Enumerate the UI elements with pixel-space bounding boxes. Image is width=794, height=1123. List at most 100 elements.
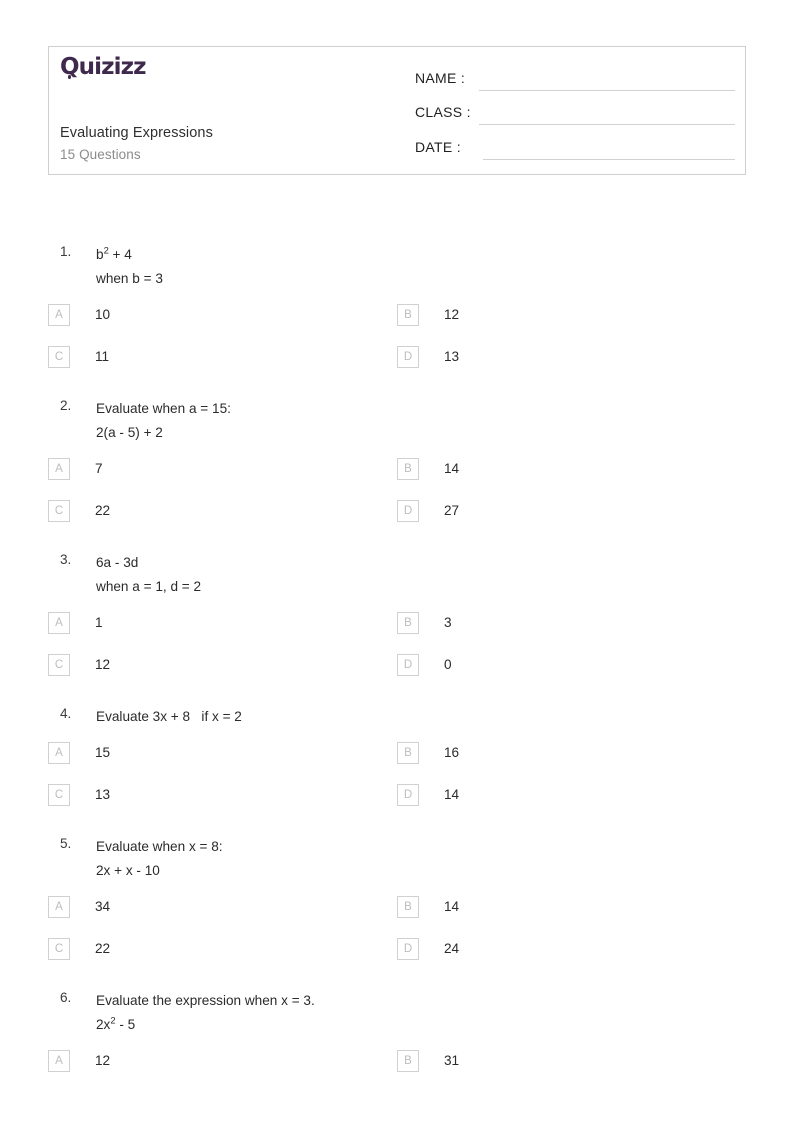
answer-option-text: 16 <box>444 745 460 760</box>
page-title: Evaluating Expressions <box>60 125 213 141</box>
answer-option-letter-box[interactable]: B <box>397 742 419 764</box>
answer-option-row: A 34 B 14 <box>0 896 794 938</box>
answer-option-letter-box[interactable]: C <box>48 938 70 960</box>
answer-option-text: 1 <box>95 615 103 630</box>
question-number: 5. <box>60 836 72 851</box>
answer-option-letter-box[interactable]: A <box>48 458 70 480</box>
question-number: 6. <box>60 990 72 1005</box>
answer-option-row: C 12 D 0 <box>0 654 794 696</box>
answer-option-letter-box[interactable]: D <box>397 938 419 960</box>
answer-option-row: A 1 B 3 <box>0 612 794 654</box>
answer-option-letter-box[interactable]: A <box>48 896 70 918</box>
quizizz-logo: Quizizz <box>60 56 146 79</box>
header-brand-block: Quizizz <box>60 56 400 79</box>
question-number: 2. <box>60 398 72 413</box>
question-block: 1. b2 + 4 when b = 3 A 10 B 12 C 11 D 13 <box>0 234 794 388</box>
answer-option-letter-box[interactable]: D <box>397 346 419 368</box>
answer-option-letter-box[interactable]: B <box>397 1050 419 1072</box>
question-block: 3. 6a - 3d when a = 1, d = 2 A 1 B 3 C 12 D 0 <box>0 542 794 696</box>
question-number: 1. <box>60 244 72 259</box>
answer-option-text: 14 <box>444 461 460 476</box>
logo-q-letter: Q <box>60 56 80 79</box>
answer-option-text: 15 <box>95 745 111 760</box>
question-stem: 1. b2 + 4 when b = 3 <box>0 234 794 291</box>
question-list: 1. b2 + 4 when b = 3 A 1 0 B 12 C 11 D 13 2. Evaluate… <box>0 234 794 1092</box>
logo-dot-icon <box>67 75 71 79</box>
answer-option-text: 31 <box>444 1053 460 1068</box>
expression-tail: - 5 <box>115 1017 136 1032</box>
question-text-line-1: Evaluate when x = 8: <box>96 839 223 854</box>
answer-option-letter-box[interactable]: A <box>48 742 70 764</box>
date-field-label: DATE : <box>415 139 461 155</box>
answer-option-letter-box[interactable]: B <box>397 896 419 918</box>
answer-option-text: 12 <box>444 307 460 322</box>
question-text-line-1: b2 + 4 <box>96 243 794 267</box>
answer-option-text: 3 <box>444 615 452 630</box>
question-text-line-2: 2(a - 5) + 2 <box>96 425 163 440</box>
answer-option-letter-box[interactable]: D <box>397 784 419 806</box>
question-block: 2. Evaluate when a = 15: 2(a - 5) + 2 A 7 B 14… <box>0 388 794 542</box>
question-stem: 4. Evaluate 3x + 8 if x = 2 <box>0 696 794 729</box>
name-field-writeline[interactable] <box>479 90 735 91</box>
answer-options: A 7 B 14 C 22 D 27 <box>0 458 794 542</box>
answer-option-letter-box[interactable]: C <box>48 654 70 676</box>
answer-option-text: 7 <box>95 461 103 476</box>
question-text-line-2: 2x2 - 5 <box>96 1013 794 1037</box>
answer-option-letter-box[interactable]: C <box>48 346 70 368</box>
answer-options: A 34 B 14 C 22 D 24 <box>0 896 794 980</box>
answer-option-row: A 15 B 16 <box>0 742 794 784</box>
question-block: 5. Evaluate when x = 8: 2x + x - 10 A 34 B 14 C… <box>0 826 794 980</box>
worksheet-header-card: Quizizz Evaluating Expressions 15 Questi… <box>48 46 746 175</box>
answer-option-letter-box[interactable]: D <box>397 654 419 676</box>
question-stem: 5. Evaluate when x = 8: 2x + x - 10 <box>0 826 794 883</box>
answer-option-text: 22 <box>95 941 111 956</box>
answer-option-text: 14 <box>444 787 460 802</box>
answer-option-letter-box[interactable]: B <box>397 458 419 480</box>
answer-option-text: 27 <box>444 503 460 518</box>
date-field-writeline[interactable] <box>483 159 735 160</box>
answer-option-text: 24 <box>444 941 460 956</box>
question-number: 4. <box>60 706 72 721</box>
answer-option-text: 12 <box>95 1053 111 1068</box>
answer-option-letter-box[interactable]: B <box>397 304 419 326</box>
class-field-label: CLASS : <box>415 104 471 120</box>
question-text-line-2: when b = 3 <box>96 271 163 286</box>
question-block: 6. Evaluate the expression when x = 3. 2x2… <box>0 980 794 1092</box>
question-count-label: 15 Questions <box>60 147 141 162</box>
answer-option-letter-box[interactable]: B <box>397 612 419 634</box>
expression-base: 2x <box>96 1017 111 1032</box>
answer-option-letter-box[interactable]: A <box>48 304 70 326</box>
answer-option-text: 13 <box>95 787 111 802</box>
answer-option-row: A 10 B 12 <box>0 304 794 346</box>
answer-option-row: C 22 D 24 <box>0 938 794 980</box>
answer-option-letter-box[interactable]: A <box>48 612 70 634</box>
answer-option-row: C 11 D 13 <box>0 346 794 388</box>
question-stem: 3. 6a - 3d when a = 1, d = 2 <box>0 542 794 599</box>
answer-options: A 10 B 12 C 11 D 13 <box>0 304 794 388</box>
expression-base: b <box>96 247 104 262</box>
question-block: 4. Evaluate 3x + 8 if x = 2 A 15 B 16 C 13 D 14 <box>0 696 794 826</box>
class-field[interactable]: CLASS : <box>415 103 735 125</box>
question-text-line-1: Evaluate 3x + 8 if x = 2 <box>96 709 242 724</box>
answer-option-text: 0 <box>444 657 452 672</box>
answer-option-letter-box[interactable]: A <box>48 1050 70 1072</box>
logo-wordmark-rest: uizizz <box>78 54 147 80</box>
question-number: 3. <box>60 552 72 567</box>
answer-option-text: 14 <box>444 899 460 914</box>
answer-option-text: 22 <box>95 503 111 518</box>
question-stem: 6. Evaluate the expression when x = 3. 2x2… <box>0 980 794 1037</box>
answer-options: A 12 B 31 <box>0 1050 794 1092</box>
answer-option-letter-box[interactable]: C <box>48 784 70 806</box>
answer-option-row: A 12 B 31 <box>0 1050 794 1092</box>
answer-option-letter-box[interactable]: D <box>397 500 419 522</box>
answer-option-letter-box[interactable]: C <box>48 500 70 522</box>
answer-option-row: A 7 B 14 <box>0 458 794 500</box>
question-text-line-1: 6a - 3d <box>96 555 139 570</box>
class-field-writeline[interactable] <box>479 124 735 125</box>
name-field[interactable]: NAME : <box>415 69 735 91</box>
answer-option-row: C 22 D 27 <box>0 500 794 542</box>
answer-option-text: 11 <box>95 349 110 364</box>
date-field[interactable]: DATE : <box>415 138 735 160</box>
name-field-label: NAME : <box>415 70 466 86</box>
question-text-line-2: when a = 1, d = 2 <box>96 579 202 594</box>
